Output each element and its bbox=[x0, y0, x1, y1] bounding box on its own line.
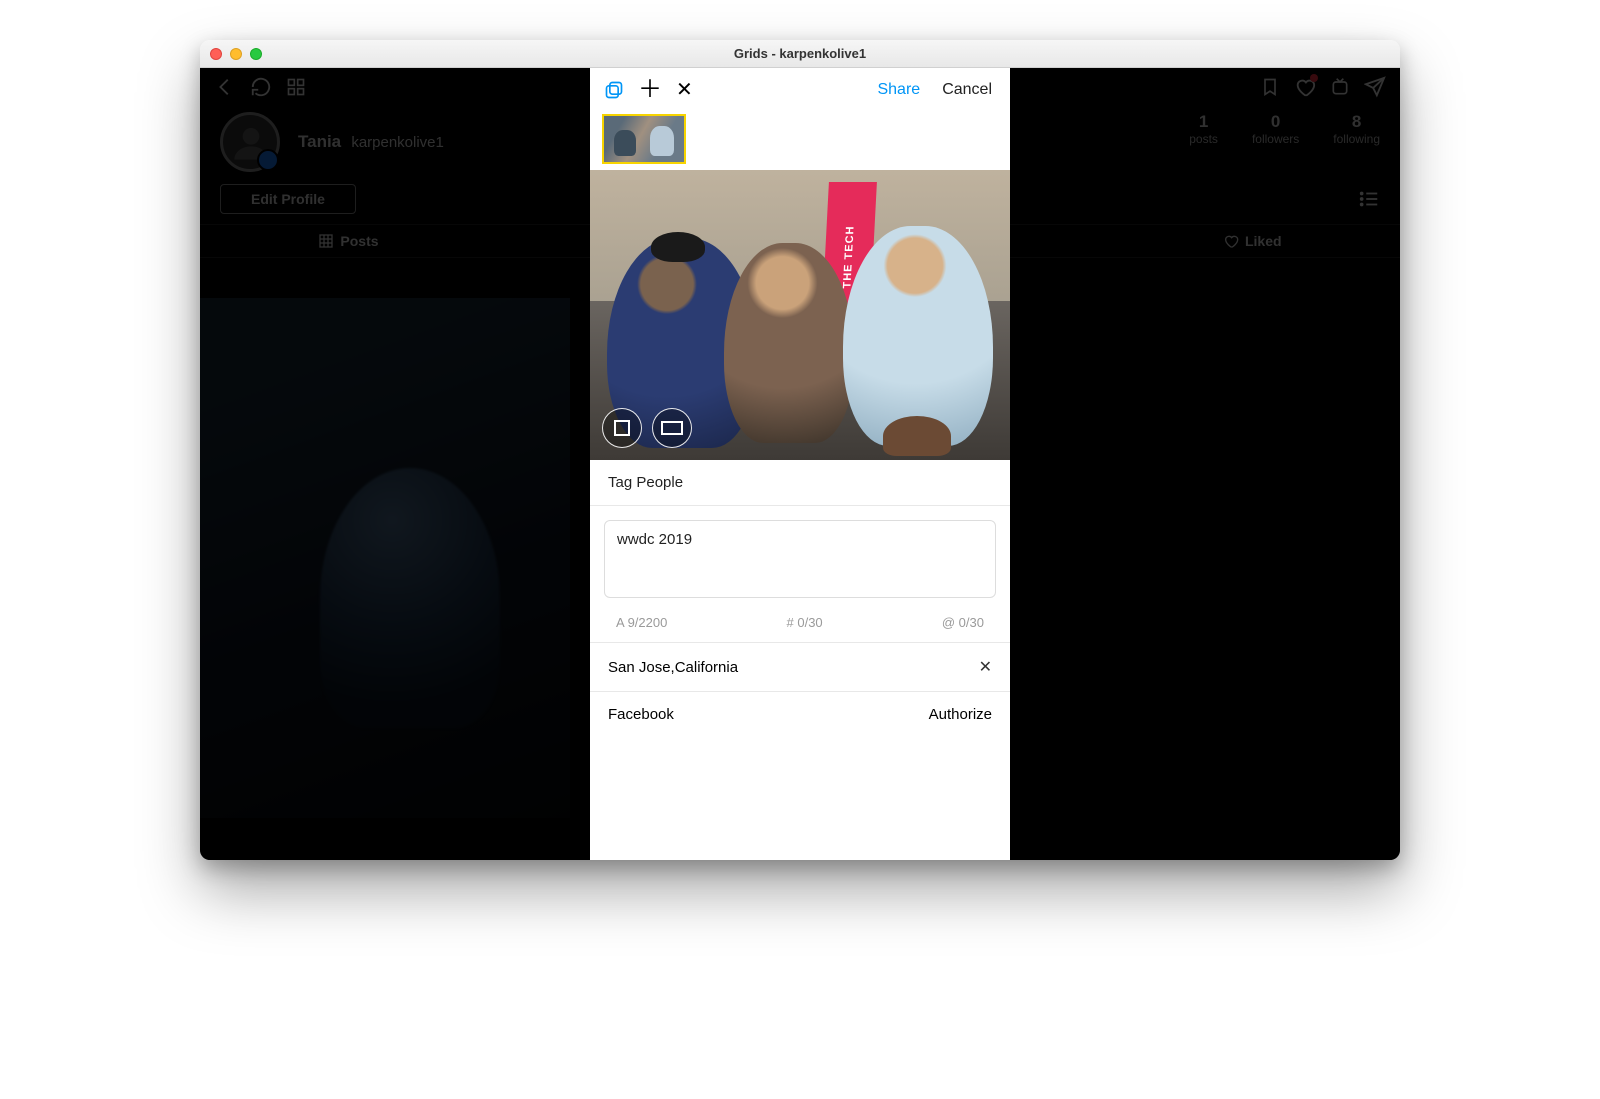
caption-area bbox=[590, 506, 1010, 609]
share-button[interactable]: Share bbox=[877, 81, 920, 99]
mention-counter: @ 0/30 bbox=[942, 615, 984, 630]
photo-person bbox=[843, 226, 993, 446]
add-media-button[interactable]: ＋ bbox=[638, 78, 662, 102]
location-row[interactable]: San Jose,California ✕ bbox=[590, 642, 1010, 691]
multi-post-icon[interactable] bbox=[604, 80, 624, 100]
composer-toolbar: ＋ ✕ Share Cancel bbox=[590, 68, 1010, 110]
app-content: Tania karpenkolive1 1 posts 0 followers … bbox=[200, 68, 1400, 860]
facebook-share-row[interactable]: Facebook Authorize bbox=[590, 691, 1010, 737]
hashtag-counter: # 0/30 bbox=[787, 615, 823, 630]
tag-people-row[interactable]: Tag People bbox=[590, 460, 1010, 506]
media-thumbnail-selected[interactable] bbox=[602, 114, 686, 164]
facebook-label: Facebook bbox=[608, 706, 674, 723]
new-post-composer: ＋ ✕ Share Cancel bbox=[590, 68, 1010, 860]
clear-location-button[interactable]: ✕ bbox=[979, 657, 992, 677]
titlebar: Grids - karpenkolive1 bbox=[200, 40, 1400, 68]
caption-input[interactable] bbox=[604, 520, 996, 598]
remove-media-button[interactable]: ✕ bbox=[676, 80, 693, 100]
media-preview[interactable] bbox=[590, 170, 1010, 460]
location-text: San Jose,California bbox=[608, 659, 738, 676]
app-window: Grids - karpenkolive1 bbox=[200, 40, 1400, 860]
facebook-authorize-button[interactable]: Authorize bbox=[929, 706, 992, 723]
photo-person bbox=[724, 243, 854, 443]
window-title: Grids - karpenkolive1 bbox=[200, 46, 1400, 61]
char-counter: A 9/2200 bbox=[616, 615, 667, 630]
crop-landscape-button[interactable] bbox=[652, 408, 692, 448]
cancel-button[interactable]: Cancel bbox=[942, 81, 992, 99]
media-thumbnails bbox=[590, 110, 1010, 170]
caption-counters: A 9/2200 # 0/30 @ 0/30 bbox=[590, 609, 1010, 642]
crop-square-button[interactable] bbox=[602, 408, 642, 448]
